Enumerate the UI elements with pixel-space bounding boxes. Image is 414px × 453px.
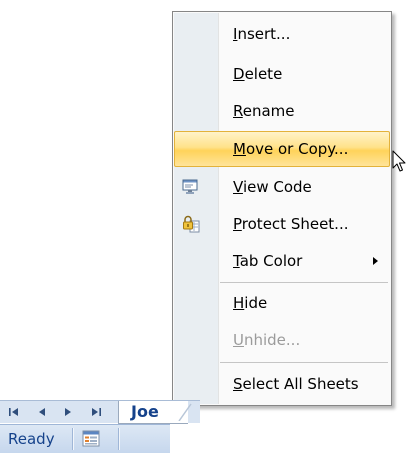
menu-item-delete[interactable]: Delete	[174, 56, 390, 92]
previous-sheet-icon[interactable]	[36, 407, 48, 417]
menu-item-move-or-copy[interactable]: Move or Copy...	[174, 131, 390, 167]
menu-item-label: Hide	[233, 294, 268, 312]
menu-separator	[220, 282, 388, 283]
first-sheet-icon[interactable]	[8, 407, 20, 417]
menu-item-hide[interactable]: Hide	[174, 285, 390, 321]
view-code-icon	[182, 179, 198, 194]
menu-item-label: Insert...	[233, 25, 291, 43]
next-sheet-icon[interactable]	[62, 407, 74, 417]
menu-item-select-all-sheets[interactable]: Select All Sheets	[174, 366, 390, 402]
menu-item-label: View Code	[233, 178, 312, 196]
menu-item-unhide: Unhide...	[174, 322, 390, 358]
menu-item-label: Move or Copy...	[233, 140, 349, 158]
menu-item-tab-color[interactable]: Tab Color	[174, 243, 390, 279]
menu-separator	[220, 362, 388, 363]
sheet-tab-context-menu: Insert... Delete Rename Move or Copy... …	[172, 11, 392, 406]
status-divider	[72, 428, 74, 450]
menu-item-label: Unhide...	[233, 331, 301, 349]
sheet-tab-label: Joe	[131, 402, 159, 421]
menu-item-protect-sheet[interactable]: Protect Sheet...	[174, 206, 390, 242]
menu-item-label: Rename	[233, 102, 295, 120]
menu-item-label: Tab Color	[233, 252, 303, 270]
protect-sheet-icon	[183, 215, 200, 233]
sheet-tab-bar: Joe	[0, 400, 200, 424]
submenu-arrow-icon	[373, 257, 378, 265]
menu-item-label: Protect Sheet...	[233, 215, 349, 233]
menu-item-label: Delete	[233, 65, 283, 83]
menu-item-label: Select All Sheets	[233, 375, 359, 393]
status-bar: Ready	[0, 424, 170, 453]
menu-item-rename[interactable]: Rename	[174, 93, 390, 129]
status-divider	[118, 428, 120, 450]
mouse-pointer-icon	[392, 150, 406, 172]
last-sheet-icon[interactable]	[90, 407, 102, 417]
menu-item-view-code[interactable]: View Code	[174, 169, 390, 205]
menu-item-insert[interactable]: Insert...	[174, 16, 390, 52]
status-text: Ready	[8, 430, 55, 448]
insert-sheet-tab-icon[interactable]	[178, 403, 192, 421]
record-macro-icon[interactable]	[82, 430, 100, 447]
